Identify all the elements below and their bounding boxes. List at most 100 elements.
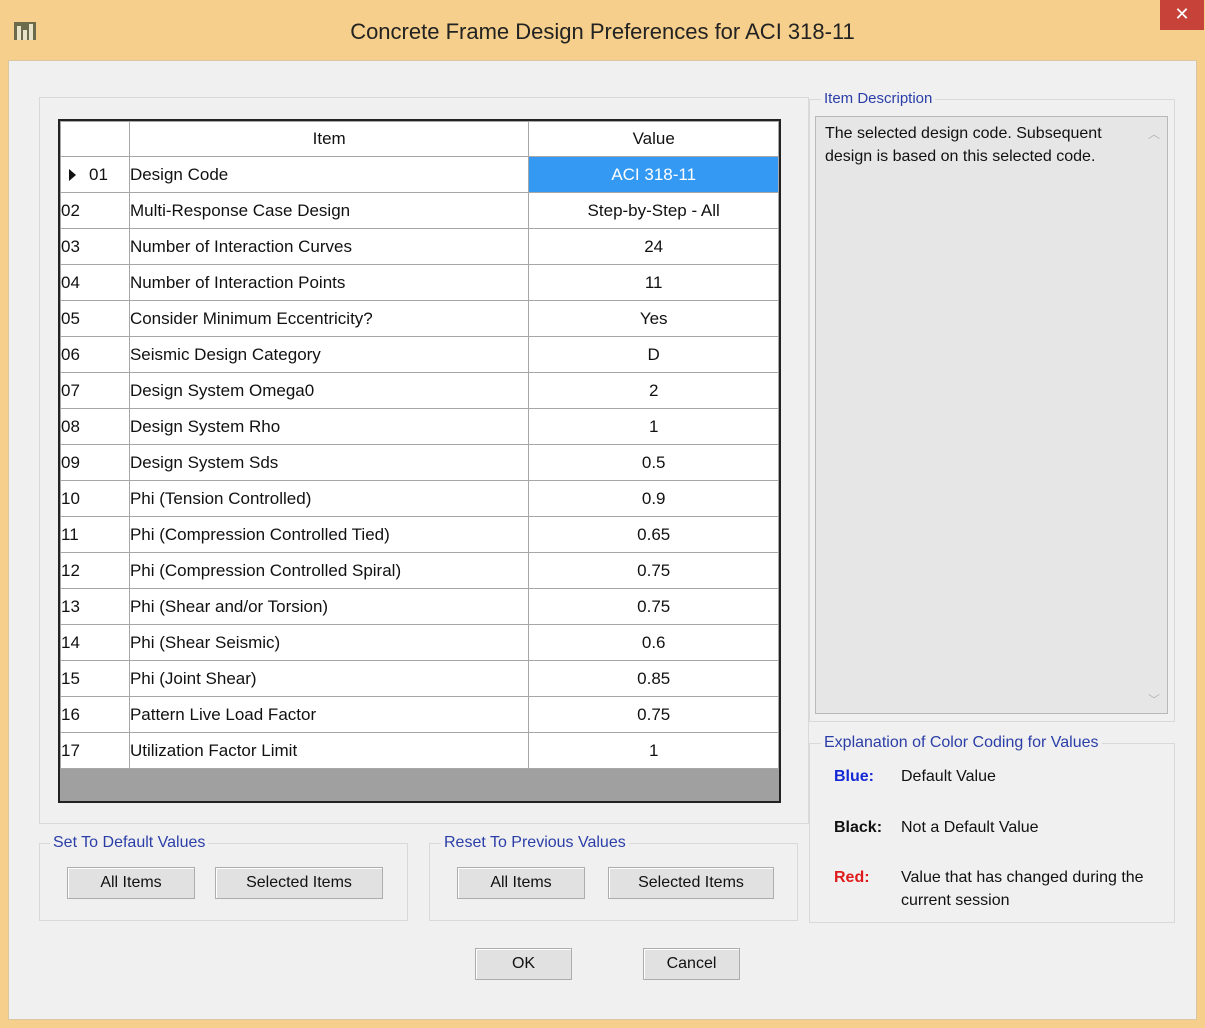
item-cell[interactable]: Phi (Tension Controlled) xyxy=(128,480,530,517)
item-cell[interactable]: Number of Interaction Points xyxy=(128,264,530,301)
cancel-button[interactable]: Cancel xyxy=(643,948,740,980)
row-number[interactable]: 16 xyxy=(60,696,130,733)
item-cell[interactable]: Phi (Compression Controlled Spiral) xyxy=(128,552,530,589)
value-cell[interactable]: D xyxy=(528,336,779,373)
table-row[interactable]: 12 Phi (Compression Controlled Spiral) 0.7… xyxy=(60,552,779,589)
scroll-up-icon[interactable]: ︿ xyxy=(1148,125,1160,141)
row-number-text: 04 xyxy=(61,272,80,292)
red-desc: Value that has changed during the curren… xyxy=(901,869,1144,909)
reset-all-items-button[interactable]: All Items xyxy=(457,867,585,899)
row-number-text: 12 xyxy=(61,560,80,580)
value-cell[interactable]: 1 xyxy=(528,408,779,445)
table-row[interactable]: 03 Number of Interaction Curves 24 xyxy=(60,228,779,265)
value-cell[interactable]: 1 xyxy=(528,732,779,769)
red-key: Red: xyxy=(834,869,870,886)
row-number[interactable]: 11 xyxy=(60,516,130,553)
blue-key: Blue: xyxy=(834,768,874,785)
item-cell[interactable]: Utilization Factor Limit xyxy=(128,732,530,769)
table-row[interactable]: 17 Utilization Factor Limit 1 xyxy=(60,732,779,769)
scroll-down-icon[interactable]: ﹀ xyxy=(1148,691,1160,707)
row-number[interactable]: 03 xyxy=(60,228,130,265)
row-number[interactable]: 10 xyxy=(60,480,130,517)
item-cell[interactable]: Seismic Design Category xyxy=(128,336,530,373)
row-number-text: 10 xyxy=(61,488,80,508)
value-column-header[interactable]: Value xyxy=(528,121,779,157)
value-cell[interactable]: 0.9 xyxy=(528,480,779,517)
item-cell[interactable]: Design System Rho xyxy=(128,408,530,445)
row-number[interactable]: 05 xyxy=(60,300,130,337)
row-number-text: 02 xyxy=(61,200,80,220)
table-row[interactable]: 07 Design System Omega0 2 xyxy=(60,372,779,409)
row-number[interactable]: 08 xyxy=(60,408,130,445)
row-number-text: 05 xyxy=(61,308,80,328)
value-cell[interactable]: 0.5 xyxy=(528,444,779,481)
table-row[interactable]: 16 Pattern Live Load Factor 0.75 xyxy=(60,696,779,733)
row-number[interactable]: 13 xyxy=(60,588,130,625)
row-number-text: 06 xyxy=(61,344,80,364)
row-number[interactable]: 14 xyxy=(60,624,130,661)
value-cell[interactable]: 0.75 xyxy=(528,552,779,589)
row-number-text: 08 xyxy=(61,416,80,436)
item-cell[interactable]: Pattern Live Load Factor xyxy=(128,696,530,733)
item-cell[interactable]: Phi (Joint Shear) xyxy=(128,660,530,697)
row-number[interactable]: 06 xyxy=(60,336,130,373)
row-number[interactable]: 07 xyxy=(60,372,130,409)
value-cell[interactable]: 0.6 xyxy=(528,624,779,661)
table-row[interactable]: 13 Phi (Shear and/or Torsion) 0.75 xyxy=(60,588,779,625)
value-cell[interactable]: 0.65 xyxy=(528,516,779,553)
item-cell[interactable]: Phi (Shear and/or Torsion) xyxy=(128,588,530,625)
table-row[interactable]: 01 Design Code ACI 318-11 xyxy=(60,156,779,193)
item-cell[interactable]: Consider Minimum Eccentricity? xyxy=(128,300,530,337)
value-cell[interactable]: 0.75 xyxy=(528,696,779,733)
row-number-text: 16 xyxy=(61,704,80,724)
table-row[interactable]: 14 Phi (Shear Seismic) 0.6 xyxy=(60,624,779,661)
table-row[interactable]: 04 Number of Interaction Points 11 xyxy=(60,264,779,301)
title-bar[interactable]: Concrete Frame Design Preferences for AC… xyxy=(0,0,1205,60)
item-cell[interactable]: Number of Interaction Curves xyxy=(128,228,530,265)
item-cell[interactable]: Phi (Shear Seismic) xyxy=(128,624,530,661)
item-cell[interactable]: Design System Omega0 xyxy=(128,372,530,409)
table-row[interactable]: 11 Phi (Compression Controlled Tied) 0.65 xyxy=(60,516,779,553)
value-cell[interactable]: 11 xyxy=(528,264,779,301)
row-number[interactable]: 09 xyxy=(60,444,130,481)
item-cell[interactable]: Design Code xyxy=(128,156,530,193)
value-cell[interactable]: 2 xyxy=(528,372,779,409)
value-cell[interactable]: Yes xyxy=(528,300,779,337)
row-number[interactable]: 02 xyxy=(60,192,130,229)
item-description-text: The selected design code. Subsequent des… xyxy=(825,125,1102,165)
table-row[interactable]: 05 Consider Minimum Eccentricity? Yes xyxy=(60,300,779,337)
table-row[interactable]: 10 Phi (Tension Controlled) 0.9 xyxy=(60,480,779,517)
default-selected-items-button[interactable]: Selected Items xyxy=(215,867,383,899)
value-cell[interactable]: 0.85 xyxy=(528,660,779,697)
row-number[interactable]: 01 xyxy=(60,156,130,193)
table-row[interactable]: 08 Design System Rho 1 xyxy=(60,408,779,445)
row-number[interactable]: 15 xyxy=(60,660,130,697)
ok-button[interactable]: OK xyxy=(475,948,572,980)
rownum-header xyxy=(60,121,130,157)
table-row[interactable]: 09 Design System Sds 0.5 xyxy=(60,444,779,481)
close-icon[interactable]: ✕ xyxy=(1160,0,1204,30)
item-description-box[interactable]: The selected design code. Subsequent des… xyxy=(815,116,1168,714)
row-number-text: 17 xyxy=(61,740,80,760)
black-key: Black: xyxy=(834,819,883,836)
item-cell[interactable]: Phi (Compression Controlled Tied) xyxy=(128,516,530,553)
row-number[interactable]: 04 xyxy=(60,264,130,301)
item-column-header[interactable]: Item xyxy=(128,121,530,157)
set-default-label: Set To Default Values xyxy=(50,834,209,852)
preferences-grid[interactable]: Item Value 01 Design Code ACI 318-11 02 Mult… xyxy=(58,119,781,803)
row-number[interactable]: 12 xyxy=(60,552,130,589)
row-number-text: 01 xyxy=(89,164,108,184)
item-cell[interactable]: Design System Sds xyxy=(128,444,530,481)
value-cell[interactable]: ACI 318-11 xyxy=(528,156,779,193)
table-row[interactable]: 06 Seismic Design Category D xyxy=(60,336,779,373)
default-all-items-button[interactable]: All Items xyxy=(67,867,195,899)
row-number[interactable]: 17 xyxy=(60,732,130,769)
reset-selected-items-button[interactable]: Selected Items xyxy=(608,867,774,899)
table-row[interactable]: 15 Phi (Joint Shear) 0.85 xyxy=(60,660,779,697)
window-title: Concrete Frame Design Preferences for AC… xyxy=(350,19,855,44)
value-cell[interactable]: 24 xyxy=(528,228,779,265)
value-cell[interactable]: Step-by-Step - All xyxy=(528,192,779,229)
value-cell[interactable]: 0.75 xyxy=(528,588,779,625)
item-cell[interactable]: Multi-Response Case Design xyxy=(128,192,530,229)
table-row[interactable]: 02 Multi-Response Case Design Step-by-Step… xyxy=(60,192,779,229)
